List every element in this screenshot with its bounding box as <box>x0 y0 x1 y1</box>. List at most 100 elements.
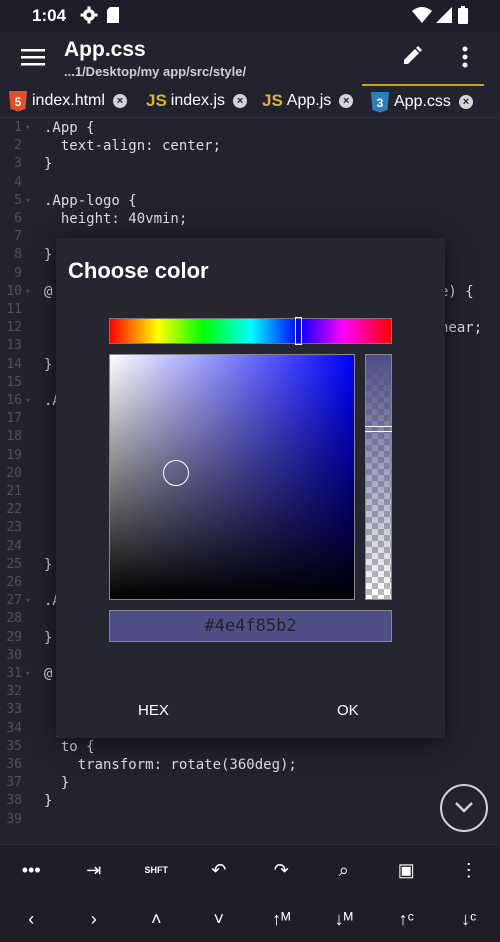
fold-arrow-icon[interactable]: ▾ <box>25 196 30 206</box>
line-number: 2 <box>14 138 22 154</box>
saturation-brightness-picker[interactable] <box>109 354 355 600</box>
line-number: 16 <box>6 393 22 408</box>
search-icon[interactable]: ⌕ <box>324 850 364 890</box>
fold-arrow-icon[interactable]: ▾ <box>25 669 30 679</box>
fold-arrow-icon[interactable]: ▾ <box>25 396 30 406</box>
status-bar: 1:04 <box>0 0 500 32</box>
line-number: 14 <box>6 356 22 372</box>
line-number: 31 <box>6 666 22 681</box>
line-number: 3 <box>14 156 22 172</box>
undo-icon[interactable]: ↶ <box>199 850 239 890</box>
close-tab-icon[interactable]: × <box>339 94 354 108</box>
line-number: 36 <box>6 757 22 772</box>
line-number: 37 <box>6 775 22 791</box>
sd-card-status-icon <box>107 7 119 23</box>
shift-key-icon[interactable]: SHFT <box>136 850 176 890</box>
close-tab-icon[interactable]: × <box>112 94 127 108</box>
move-line-down-icon[interactable]: ↓ᴹ <box>324 899 364 939</box>
app-bar: App.css ...1/Desktop/my app/src/style/ <box>0 32 500 84</box>
tab-app-js[interactable]: JS App.js × <box>262 84 354 118</box>
copy-line-up-icon[interactable]: ↑ᶜ <box>386 899 426 939</box>
settings-status-icon <box>80 6 98 24</box>
cursor-left-icon[interactable]: ‹ <box>11 899 51 939</box>
code-line: height: 40vmin; <box>44 211 188 227</box>
tab-label: index.html <box>32 92 105 109</box>
svg-text:3: 3 <box>377 96 384 110</box>
alpha-slider[interactable] <box>365 354 392 600</box>
code-line: @ <box>44 283 53 300</box>
tab-index-js[interactable]: JS index.js × <box>146 84 248 118</box>
code-line: to { <box>44 738 95 755</box>
hex-color-field[interactable]: #4e4f85b2 <box>109 610 392 642</box>
tab-label: App.js <box>286 92 332 109</box>
code-line: transform: rotate(360deg); <box>44 757 297 773</box>
code-fragment: e) { <box>440 284 474 300</box>
wifi-status-icon <box>412 7 432 23</box>
color-picker-thumb[interactable] <box>163 460 190 487</box>
alpha-gradient <box>366 355 391 599</box>
choose-color-dialog: Choose color #4e4f85b2 HEX OK <box>56 238 445 738</box>
editor-toolbar-navigation: ‹ › ˄ ˅ ↑ᴹ ↓ᴹ ↑ᶜ ↓ᶜ <box>0 894 500 942</box>
line-number: 38 <box>6 793 22 809</box>
line-number: 4 <box>14 174 22 190</box>
line-number: 11 <box>6 302 22 317</box>
line-number: 9 <box>14 265 22 281</box>
hex-button[interactable]: HEX <box>138 702 169 719</box>
save-icon[interactable]: ▣ <box>386 850 426 890</box>
close-tab-icon[interactable]: × <box>458 95 473 109</box>
code-line: } <box>44 793 53 810</box>
redo-icon[interactable]: ↷ <box>261 850 301 890</box>
line-number: 34 <box>6 720 22 736</box>
fold-arrow-icon[interactable]: ▾ <box>25 123 30 133</box>
code-line: @ <box>44 666 53 682</box>
more-horiz-icon[interactable]: ••• <box>11 850 51 890</box>
status-time: 1:04 <box>32 6 67 25</box>
code-line: } <box>44 156 53 173</box>
line-number: 10 <box>6 283 22 299</box>
move-line-up-icon[interactable]: ↑ᴹ <box>261 899 301 939</box>
hue-slider-thumb[interactable] <box>294 317 302 345</box>
line-number: 39 <box>6 811 22 827</box>
cursor-down-icon[interactable]: ˅ <box>199 899 239 939</box>
alpha-slider-thumb[interactable] <box>365 425 392 432</box>
fold-arrow-icon[interactable]: ▾ <box>25 287 30 297</box>
close-tab-icon[interactable]: × <box>233 94 248 108</box>
line-number: 33 <box>6 702 22 718</box>
code-fragment: near; <box>440 320 483 336</box>
tab-app-css[interactable]: 3 App.css × <box>362 84 484 118</box>
cursor-right-icon[interactable]: › <box>74 899 114 939</box>
line-number: 6 <box>14 211 22 226</box>
line-number: 29 <box>6 629 22 645</box>
line-number: 25 <box>6 556 22 572</box>
tab-indent-icon[interactable]: ⇥ <box>74 850 114 890</box>
css3-icon: 3 <box>371 92 389 113</box>
ok-button[interactable]: OK <box>337 702 359 719</box>
editor-toolbar-primary: ••• ⇥ SHFT ↶ ↷ ⌕ ▣ ⋮ <box>0 844 500 894</box>
code-line: } <box>44 556 53 573</box>
line-number: 12 <box>6 320 22 336</box>
line-number: 26 <box>6 575 22 590</box>
line-number: 23 <box>6 520 22 536</box>
file-path: ...1/Desktop/my app/src/style/ <box>64 64 247 79</box>
tab-label: App.css <box>394 93 451 110</box>
edit-pencil-icon[interactable] <box>402 46 422 66</box>
hue-slider[interactable] <box>109 317 392 345</box>
overflow-menu-icon[interactable] <box>462 46 468 68</box>
file-tabs: 5 index.html × JS index.js × JS App.js ×… <box>0 84 500 118</box>
fold-arrow-icon[interactable]: ▾ <box>25 596 30 606</box>
dialog-title: Choose color <box>68 258 209 283</box>
line-number: 28 <box>6 611 22 627</box>
line-number: 24 <box>6 538 22 554</box>
tab-label: index.js <box>170 92 226 109</box>
tab-index-html[interactable]: 5 index.html × <box>8 84 127 118</box>
svg-text:5: 5 <box>15 95 22 109</box>
cursor-up-icon[interactable]: ˄ <box>136 899 176 939</box>
copy-line-down-icon[interactable]: ↓ᶜ <box>449 899 489 939</box>
scroll-down-button[interactable] <box>440 784 488 832</box>
line-number: 8 <box>14 247 22 263</box>
menu-icon[interactable] <box>21 48 45 66</box>
line-number: 21 <box>6 484 22 499</box>
line-number: 30 <box>6 647 22 663</box>
line-number: 20 <box>6 465 22 481</box>
more-vert-icon[interactable]: ⋮ <box>449 850 489 890</box>
